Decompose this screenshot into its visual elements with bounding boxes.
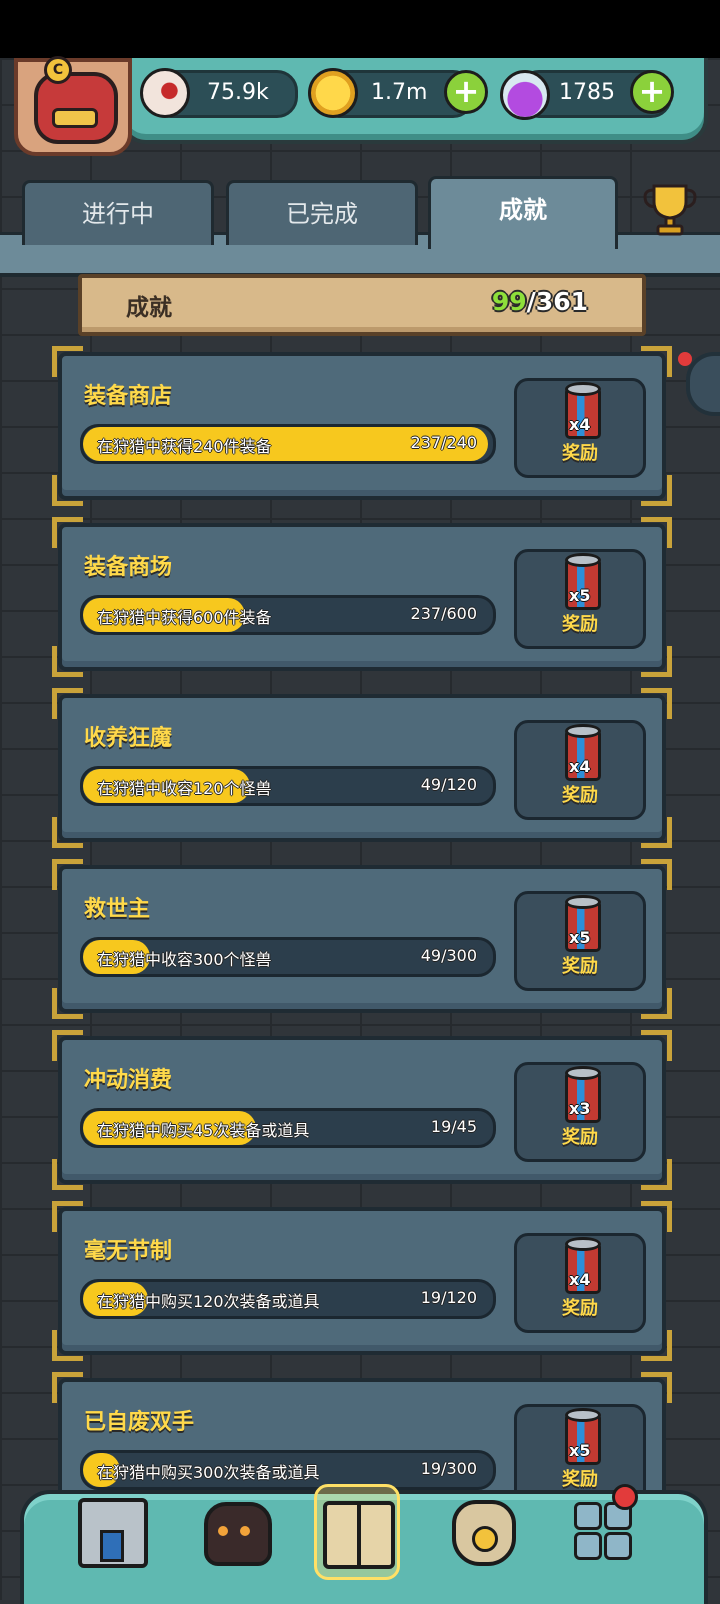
achievement-progress-bar: 在狩猎中收容120个怪兽 49/120 — [80, 766, 496, 806]
reward-label: 奖励 — [562, 1127, 598, 1148]
reward-box[interactable]: x4 奖励 — [514, 378, 646, 478]
achievement-title: 救世主 — [84, 897, 151, 922]
achievement-card: 装备商店 在狩猎中获得240件装备 237/240 x4 奖励 — [52, 346, 672, 506]
achievement-description: 在狩猎中收容300个怪兽 — [97, 950, 272, 969]
achievement-progress-value: 237/240 — [410, 433, 477, 452]
achievement-description: 在狩猎中购买45次装备或道具 — [97, 1121, 310, 1140]
reward-label: 奖励 — [562, 785, 598, 806]
potion-value: 1785 — [559, 80, 615, 105]
achievement-progress-value: 49/300 — [420, 946, 477, 965]
achievement-title: 毫无节制 — [84, 1239, 173, 1264]
notification-dot — [612, 1484, 638, 1510]
nav-bag-button[interactable] — [440, 1484, 520, 1574]
tab-in-progress[interactable]: 进行中 — [22, 180, 214, 245]
achievement-progress-bar: 在狩猎中获得240件装备 237/240 — [80, 424, 496, 464]
reward-label: 奖励 — [562, 614, 598, 635]
achievement-card: 毫无节制 在狩猎中购买120次装备或道具 19/120 x4 奖励 — [52, 1201, 672, 1361]
reward-box[interactable]: x3 奖励 — [514, 1062, 646, 1162]
achievement-title: 收养狂魔 — [84, 726, 173, 751]
achievement-title: 已自废双手 — [84, 1410, 195, 1435]
summary-count: 99/361 — [491, 287, 588, 316]
achievement-summary: 成就 99/361 — [78, 274, 646, 336]
achievement-progress-bar: 在狩猎中收容300个怪兽 49/300 — [80, 937, 496, 977]
reward-quantity: x5 — [569, 1441, 591, 1460]
achievement-card: 救世主 在狩猎中收容300个怪兽 49/300 x5 奖励 — [52, 859, 672, 1019]
achievement-card: 装备商场 在狩猎中获得600件装备 237/600 x5 奖励 — [52, 517, 672, 677]
reward-label: 奖励 — [562, 443, 598, 464]
achievement-progress-value: 19/300 — [420, 1459, 477, 1478]
trophy-icon[interactable] — [640, 178, 700, 238]
achievement-list[interactable]: 装备商店 在狩猎中获得240件装备 237/240 x4 奖励 装备商场 在狩猎… — [0, 330, 720, 1490]
achievement-description: 在狩猎中收容120个怪兽 — [97, 779, 272, 798]
tab-completed[interactable]: 已完成 — [226, 180, 418, 245]
achievement-card: 已自废双手 在狩猎中购买300次装备或道具 19/300 x5 奖励 — [52, 1372, 672, 1490]
achievement-card: 收养狂魔 在狩猎中收容120个怪兽 49/120 x4 奖励 — [52, 688, 672, 848]
reward-quantity: x3 — [569, 1099, 591, 1118]
achievement-description: 在狩猎中购买300次装备或道具 — [97, 1463, 320, 1482]
nav-monster-button[interactable] — [194, 1484, 274, 1574]
achievement-progress-value: 19/120 — [420, 1288, 477, 1307]
eyeball-icon — [140, 68, 190, 118]
achievement-progress-value: 237/600 — [410, 604, 477, 623]
achievement-progress-value: 19/45 — [430, 1117, 477, 1136]
reward-quantity: x4 — [569, 415, 591, 434]
monster-icon — [204, 1502, 272, 1566]
nav-shop-button[interactable] — [70, 1484, 150, 1574]
reward-box[interactable]: x5 奖励 — [514, 891, 646, 991]
player-avatar[interactable]: C — [14, 56, 132, 156]
achievement-title: 装备商店 — [84, 384, 173, 409]
reward-quantity: x5 — [569, 928, 591, 947]
potion-icon — [500, 70, 550, 120]
reward-box[interactable]: x4 奖励 — [514, 720, 646, 820]
achievement-progress-bar: 在狩猎中购买45次装备或道具 19/45 — [80, 1108, 496, 1148]
summary-label: 成就 — [126, 295, 172, 321]
reward-box[interactable]: x5 奖励 — [514, 549, 646, 649]
grid-menu-icon — [574, 1502, 632, 1560]
achievement-description: 在狩猎中获得600件装备 — [97, 608, 272, 627]
avatar-badge: C — [44, 56, 72, 84]
coin-icon — [308, 68, 358, 118]
add-potion-button[interactable]: + — [630, 70, 674, 114]
reward-box[interactable]: x5 奖励 — [514, 1404, 646, 1490]
nav-grid-button[interactable] — [562, 1484, 642, 1574]
reward-label: 奖励 — [562, 956, 598, 977]
achievement-progress-bar: 在狩猎中购买120次装备或道具 19/120 — [80, 1279, 496, 1319]
tab-achievements[interactable]: 成就 — [428, 176, 618, 249]
book-icon — [323, 1501, 395, 1569]
achievement-title: 冲动消费 — [84, 1068, 173, 1093]
coin-value: 1.7m — [371, 80, 428, 105]
money-bag-icon — [452, 1500, 516, 1566]
status-bar — [0, 0, 720, 58]
achievement-card: 冲动消费 在狩猎中购买45次装备或道具 19/45 x3 奖励 — [52, 1030, 672, 1190]
add-coin-button[interactable]: + — [444, 70, 488, 114]
reward-quantity: x5 — [569, 586, 591, 605]
nav-book-button[interactable] — [314, 1484, 400, 1580]
achievement-progress-value: 49/120 — [420, 775, 477, 794]
avatar-face — [34, 72, 118, 144]
reward-quantity: x4 — [569, 757, 591, 776]
achievement-description: 在狩猎中获得240件装备 — [97, 437, 272, 456]
achievement-progress-bar: 在狩猎中获得600件装备 237/600 — [80, 595, 496, 635]
achievement-title: 装备商场 — [84, 555, 173, 580]
achievement-description: 在狩猎中购买120次装备或道具 — [97, 1292, 320, 1311]
shop-icon — [78, 1498, 148, 1568]
reward-quantity: x4 — [569, 1270, 591, 1289]
reward-box[interactable]: x4 奖励 — [514, 1233, 646, 1333]
reward-label: 奖励 — [562, 1298, 598, 1319]
eyeball-value: 75.9k — [207, 80, 269, 105]
